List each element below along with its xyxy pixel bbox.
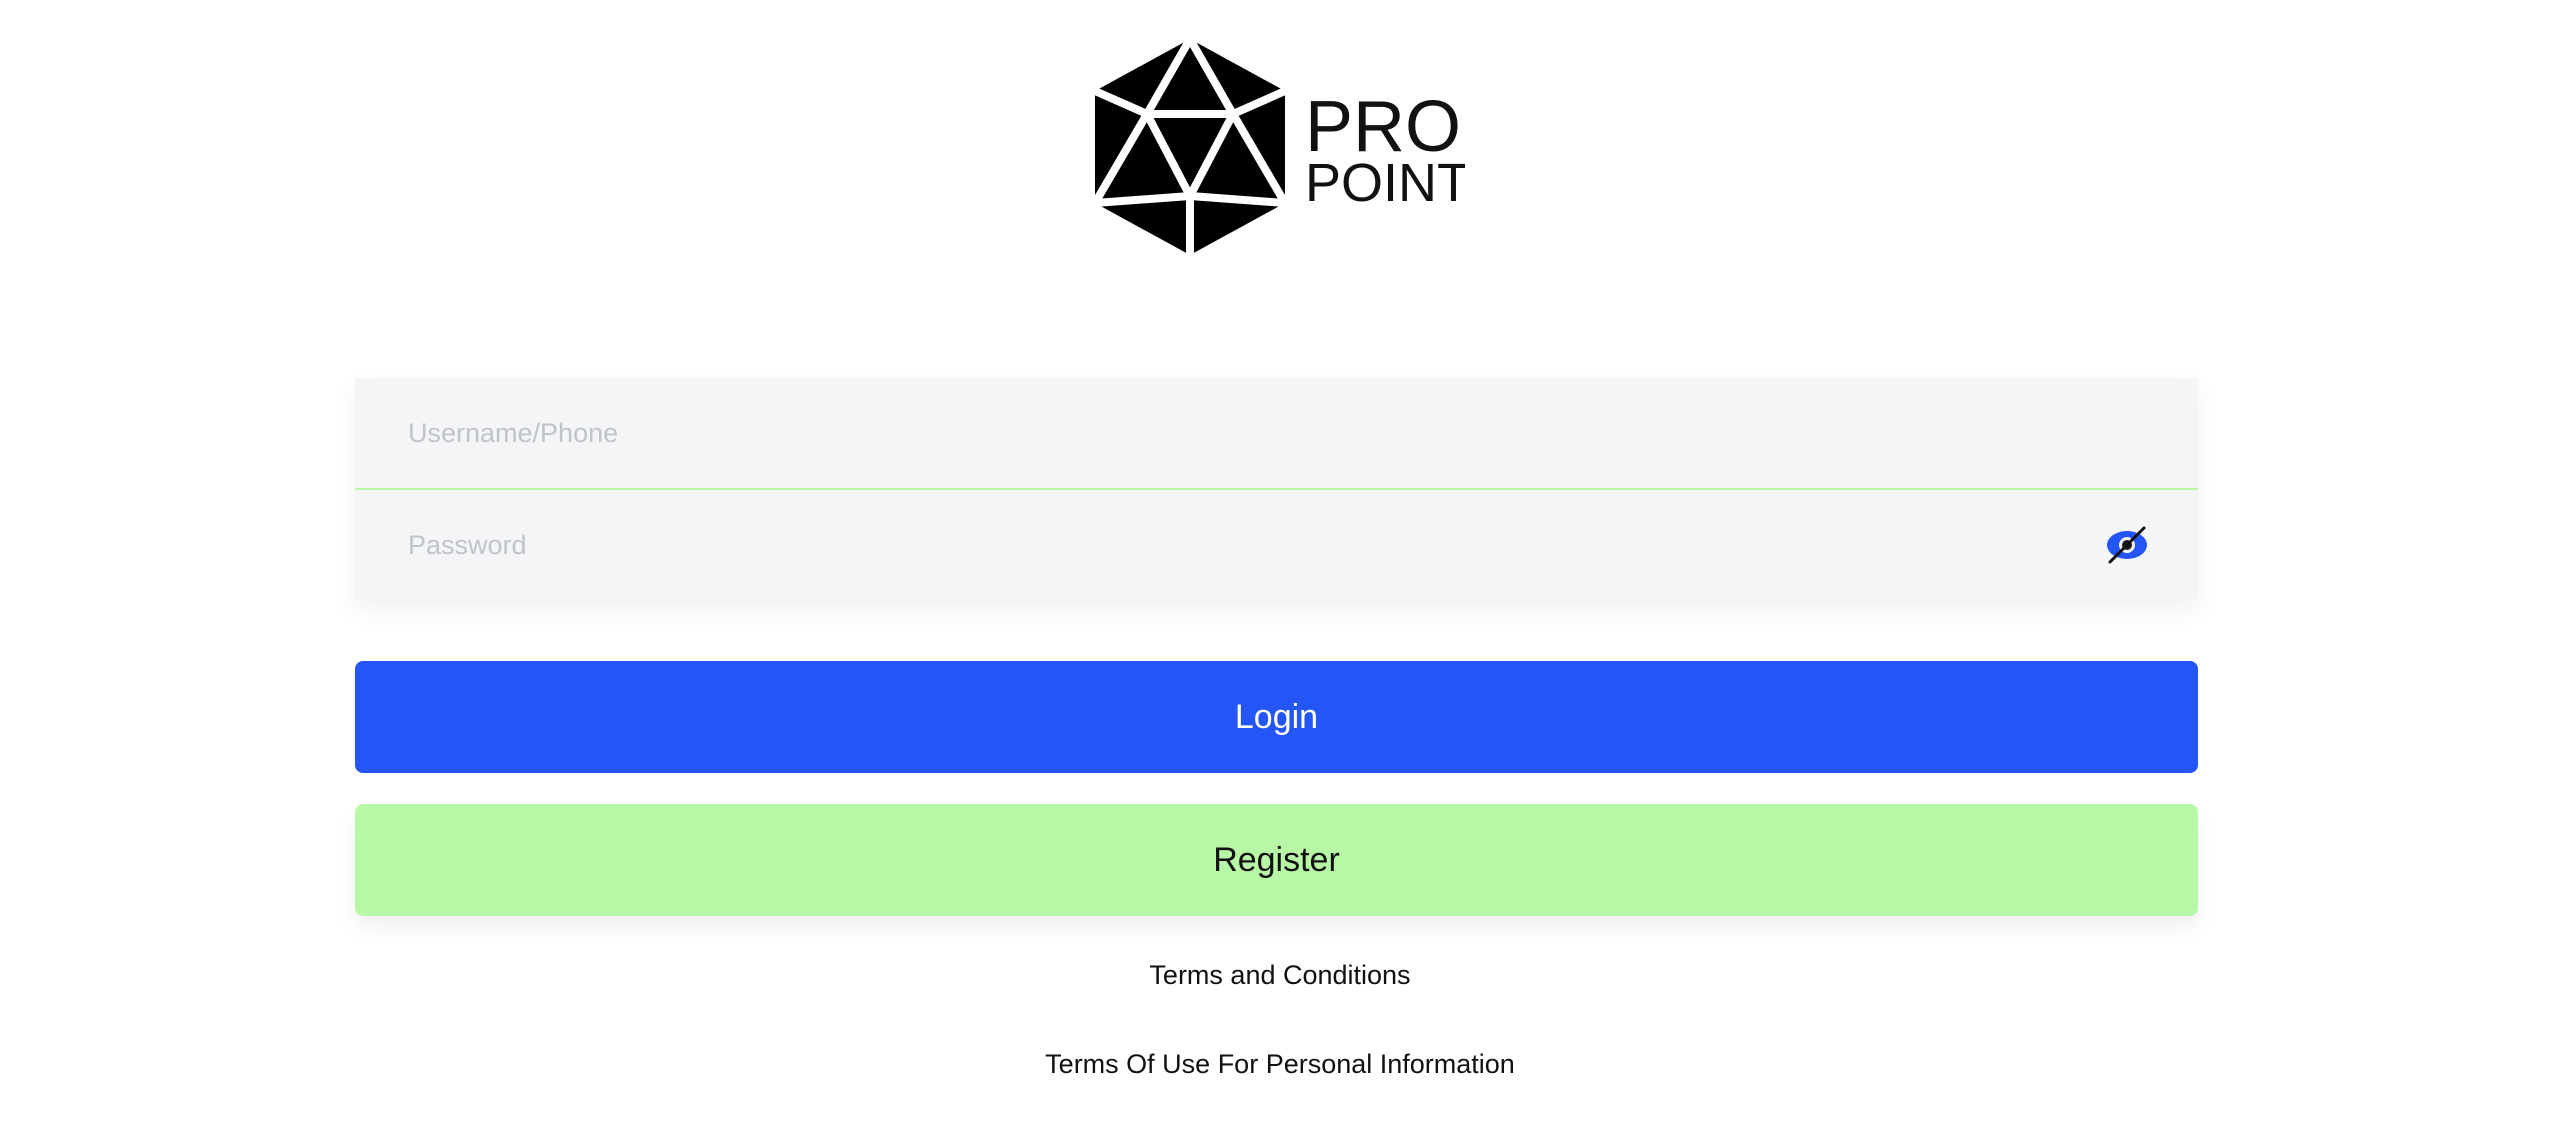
password-input[interactable] <box>355 490 2198 600</box>
brand-logo: PRO POINT <box>1085 36 1465 258</box>
login-button[interactable]: Login <box>355 661 2198 773</box>
register-button[interactable]: Register <box>355 804 2198 916</box>
username-field-row <box>355 378 2198 488</box>
username-input[interactable] <box>355 378 2198 488</box>
login-form <box>355 378 2198 600</box>
eye-slash-icon[interactable] <box>2104 522 2150 568</box>
d20-polyhedron-icon: PRO POINT <box>1091 37 1465 255</box>
terms-and-conditions-link[interactable]: Terms and Conditions <box>0 960 2560 991</box>
password-field-row <box>355 488 2198 600</box>
logo-text-point: POINT <box>1305 153 1465 213</box>
personal-information-terms-link[interactable]: Terms Of Use For Personal Information <box>0 1049 2560 1080</box>
